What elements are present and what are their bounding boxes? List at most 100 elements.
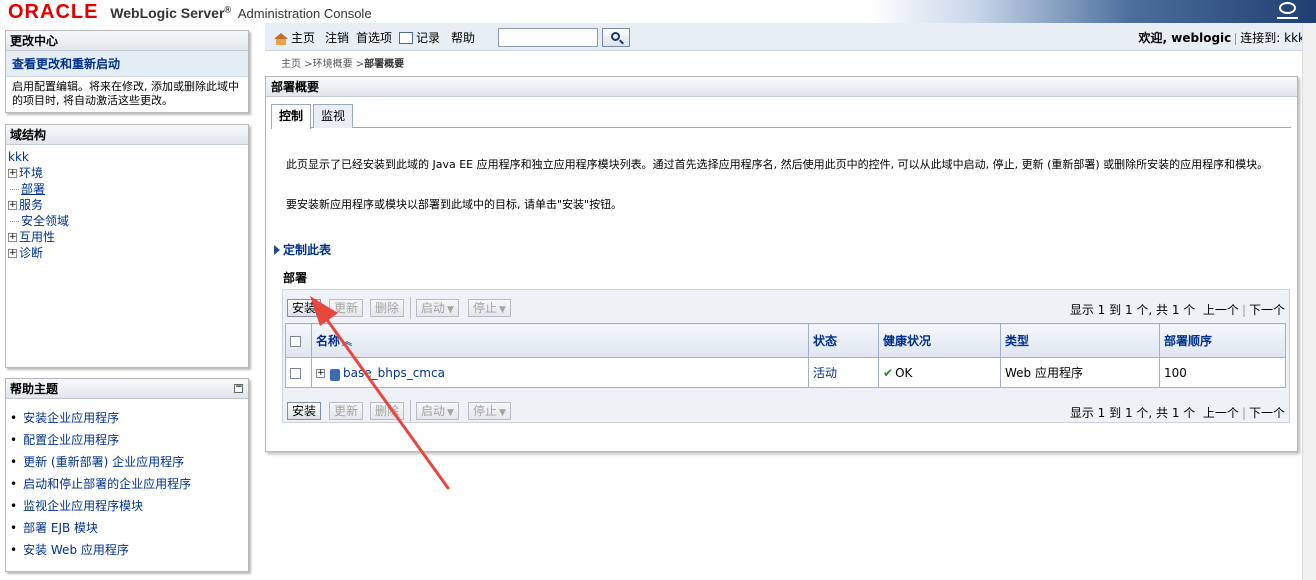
breadcrumb-environment[interactable]: 环境概要 [313,59,353,70]
pager: 显示 1 到 1 个, 共 1 个 上一个 | 下一个 [1069,303,1285,317]
column-name[interactable]: 名称 ︽ [311,323,809,358]
domain-structure-title: 域结构 [6,125,248,145]
start-dropdown[interactable]: 启动 ▼ [416,402,459,420]
type-cell: Web 应用程序 [1000,357,1160,388]
pager-text: 显示 1 到 1 个, 共 1 个 [1069,303,1196,317]
tree-item-label[interactable]: 环境 [19,165,43,181]
column-state[interactable]: 状态 [808,323,879,358]
help-item: 监视企业应用程序模块 [10,495,244,517]
help-link[interactable]: 启动和停止部署的企业应用程序 [23,477,191,491]
stop-dropdown[interactable]: 停止 ▼ [468,299,511,317]
start-dropdown[interactable]: 启动 ▼ [416,299,459,317]
deployment-name-link[interactable]: base_bhps_cmca [343,366,445,380]
view-changes-link[interactable]: 查看更改和重新启动 [6,51,248,77]
expand-icon[interactable]: + [8,200,17,210]
next-link[interactable]: 下一个 [1249,406,1285,420]
pager-text: 显示 1 到 1 个, 共 1 个 [1069,406,1196,420]
chevron-down-icon: ▼ [499,305,506,315]
pager: 显示 1 到 1 个, 共 1 个 上一个 | 下一个 [1069,406,1285,420]
help-link[interactable]: 监视企业应用程序模块 [23,499,143,513]
welcome-text: 欢迎, weblogic [1138,31,1232,45]
tab-monitoring[interactable]: 监视 [313,104,354,128]
expand-icon[interactable]: + [316,368,325,378]
record-link[interactable]: 记录 [399,29,440,46]
tree-item-label[interactable]: 服务 [19,197,43,213]
column-health[interactable]: 健康状况 [878,323,1001,358]
sort-icon[interactable]: ︽ [342,337,352,348]
tree-item-services[interactable]: + 服务 [8,197,246,213]
stop-dropdown[interactable]: 停止 ▼ [468,402,511,420]
install-button[interactable]: 安装 [287,402,322,420]
table-toolbar-bottom: 安装 更新 删除 启动 ▼ 停止 ▼ 显示 1 到 1 个, 共 1 个 上一个 | 下… [283,396,1289,424]
update-button[interactable]: 更新 [329,299,364,317]
product-name: WebLogic Server® [110,4,232,21]
expand-icon[interactable]: + [8,248,17,258]
customize-table-link[interactable]: 定制此表 [274,241,331,258]
home-link[interactable]: 主页 [274,29,315,46]
health-value: OK [895,365,913,380]
tree-item-label[interactable]: 互用性 [19,229,55,245]
deployments-section-title: 部署 [283,271,308,285]
breadcrumb-home[interactable]: 主页 [281,59,301,70]
vertical-scrollbar[interactable] [1302,23,1316,580]
chevron-down-icon: ▼ [447,305,454,315]
expand-icon[interactable]: + [8,168,17,178]
connected-text: 连接到: kkk [1240,31,1305,45]
prev-link[interactable]: 上一个 [1203,406,1239,420]
collapse-icon[interactable]: − [234,383,243,393]
oracle-o-underline [1277,17,1298,19]
install-button[interactable]: 安装 [287,299,322,317]
tab-bar: 控制 监视 [271,104,1291,129]
help-link[interactable]: 安装 Web 应用程序 [23,543,129,557]
search-input[interactable] [498,28,598,47]
select-all-checkbox[interactable] [290,335,301,347]
console-header: ORACLE WebLogic Server® Administration C… [0,0,1316,23]
tree-item-security-realms[interactable]: 安全领域 [8,213,246,229]
tree-root-link[interactable]: kkk [8,149,29,165]
expand-icon[interactable]: + [8,232,17,242]
web-app-icon [330,369,340,381]
help-topics-title: 帮助主题 − [6,379,248,399]
delete-button[interactable]: 删除 [370,402,405,420]
health-cell: ✔ OK [878,357,1001,388]
column-order[interactable]: 部署顺序 [1159,323,1286,358]
tab-control[interactable]: 控制 [271,104,312,129]
table-toolbar-top: 安装 更新 删除 启动 ▼ 停止 ▼ 显示 1 到 1 个, 共 1 个 上一个 | 下… [283,293,1289,321]
page-title: 部署概要 [266,77,1297,97]
breadcrumb-current: 部署概要 [364,59,405,70]
check-icon: ✔ [883,365,894,380]
column-type[interactable]: 类型 [1000,323,1160,358]
tree-root[interactable]: kkk [8,149,246,165]
chevron-down-icon: ▼ [499,408,506,418]
tree-item-label[interactable]: 安全领域 [21,213,69,229]
select-all-header [285,323,312,358]
top-nav-bar: 主页 注销 首选项 记录 帮助 欢迎, weblogic 连接到: kkk [265,23,1313,51]
chart-icon [399,31,413,44]
help-link[interactable]: 安装企业应用程序 [23,411,119,425]
update-button[interactable]: 更新 [329,402,364,420]
tree-item-diagnostics[interactable]: + 诊断 [8,245,246,261]
tree-item-environment[interactable]: + 环境 [8,165,246,181]
preferences-link[interactable]: 首选项 [356,29,392,46]
prev-link[interactable]: 上一个 [1203,303,1239,317]
tree-item-deployments[interactable]: 部署 [8,181,246,197]
tree-connector [10,220,19,222]
help-link[interactable]: 帮助 [451,29,475,46]
domain-structure-panel: 域结构 kkk + 环境 部署 + 服务 安全领域 + 互用性 + 诊断 [5,124,249,368]
next-link[interactable]: 下一个 [1249,303,1285,317]
expand-arrow-icon [274,244,280,255]
tree-item-label[interactable]: 诊断 [19,245,43,261]
search-button[interactable] [602,28,630,47]
row-checkbox[interactable] [290,367,301,379]
tree-item-label[interactable]: 部署 [21,181,45,197]
help-link[interactable]: 更新 (重新部署) 企业应用程序 [23,455,184,469]
delete-button[interactable]: 删除 [370,299,405,317]
help-link[interactable]: 部署 EJB 模块 [23,521,98,535]
state-value: 活动 [813,366,838,380]
logout-link[interactable]: 注销 [325,29,349,46]
page-description: 此页显示了已经安装到此域的 Java EE 应用程序和独立应用程序模块列表。通过… [286,158,1269,171]
help-link[interactable]: 配置企业应用程序 [23,433,119,447]
tree-item-interoperability[interactable]: + 互用性 [8,229,246,245]
name-cell: + base_bhps_cmca [311,357,809,388]
help-item: 部署 EJB 模块 [10,517,244,539]
